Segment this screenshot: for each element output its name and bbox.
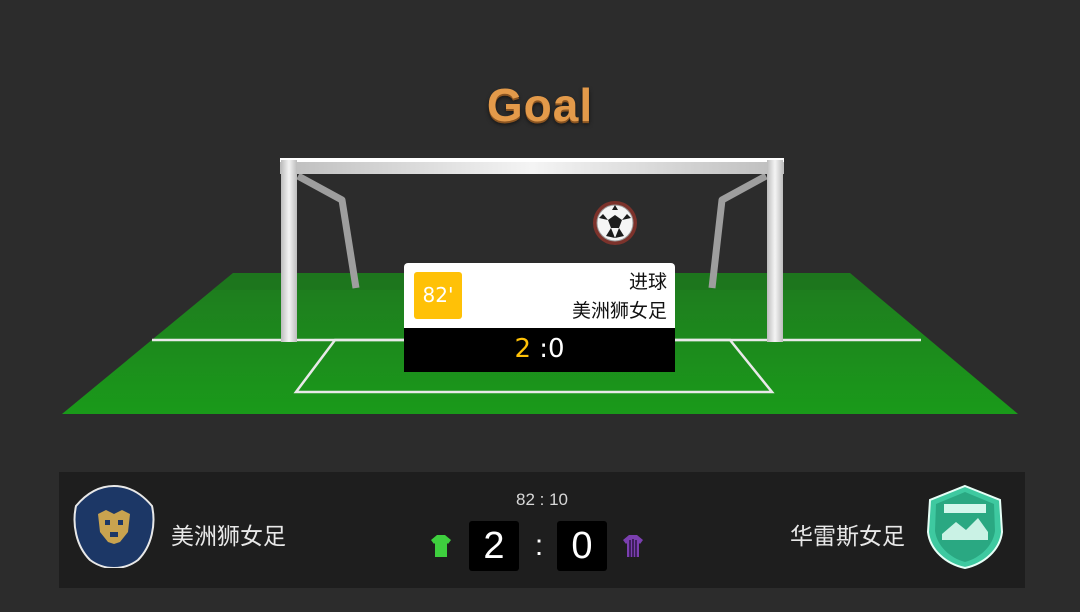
event-score-away: :0 — [539, 334, 565, 364]
away-jersey-icon — [623, 535, 643, 557]
event-score-home: 2 — [514, 334, 531, 364]
goal-title: Goal — [486, 79, 594, 131]
event-team-name: 美洲狮女足 — [571, 300, 667, 322]
soccer-ball-icon — [593, 201, 637, 245]
right-post — [767, 160, 783, 342]
left-post — [281, 160, 297, 342]
away-team-name[interactable]: 华雷斯女足 — [790, 517, 905, 551]
goal-animation-area: Goal 82' 进球 美洲狮女足 2 :0 — [0, 0, 1080, 440]
away-team-logo[interactable] — [922, 484, 1008, 570]
event-type-label: 进球 — [628, 271, 667, 293]
score-separator: : — [534, 529, 544, 562]
scoreboard: 美洲狮女足 82 : 10 2 : 0 华雷斯女足 — [59, 472, 1025, 588]
event-minute-badge: 82' — [414, 272, 462, 319]
goal-event-card: 82' 进球 美洲狮女足 — [404, 263, 675, 328]
home-team-name[interactable]: 美洲狮女足 — [171, 517, 286, 551]
match-clock: 82 : 10 — [516, 490, 568, 509]
pitch-graphic — [62, 158, 1018, 414]
away-score: 0 — [557, 521, 607, 571]
home-score: 2 — [469, 521, 519, 571]
home-jersey-icon — [431, 535, 451, 557]
event-score-bar: 2 :0 — [404, 328, 675, 372]
